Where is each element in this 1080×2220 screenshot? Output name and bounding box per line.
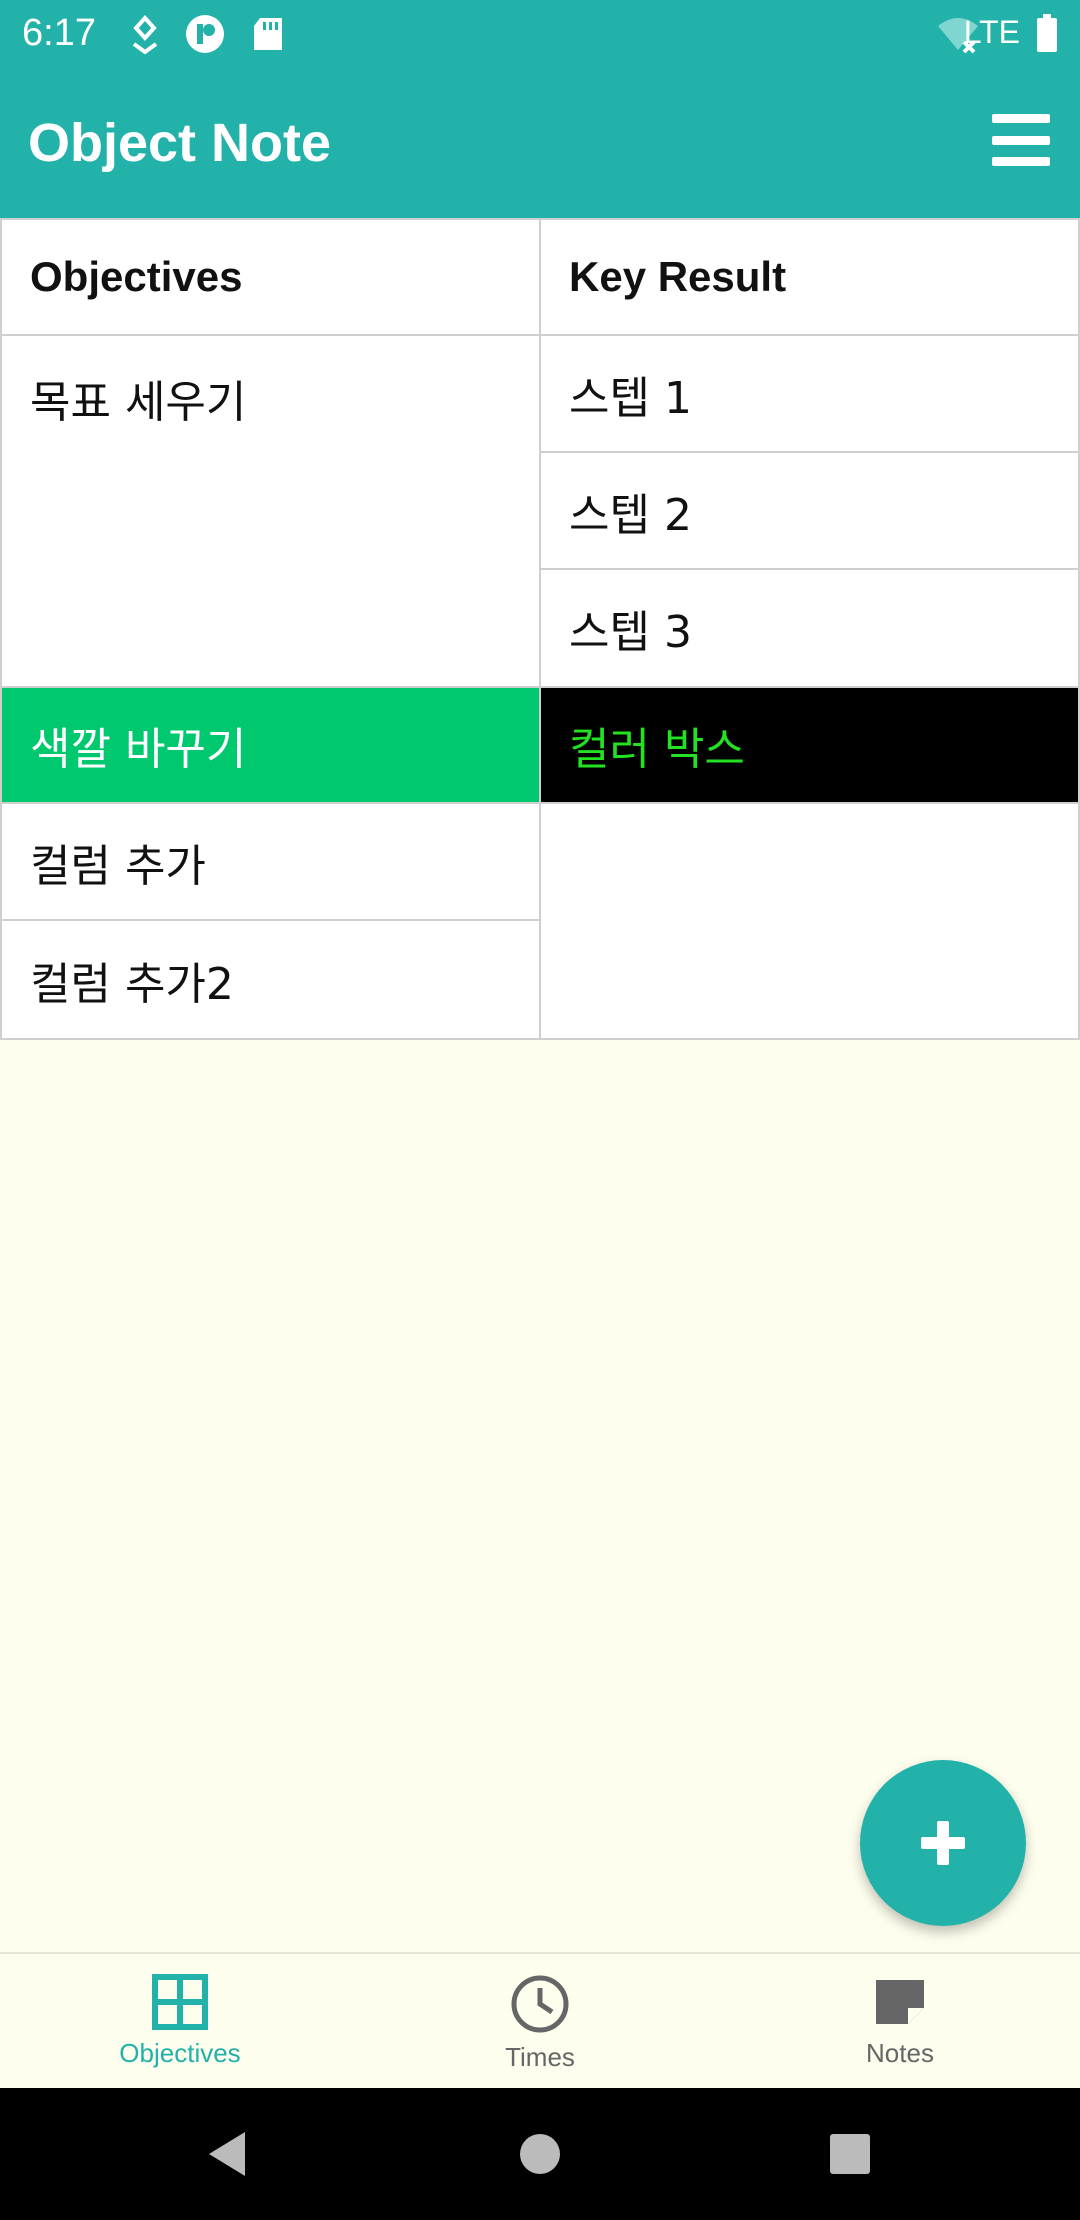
status-time: 6:17: [22, 12, 96, 54]
nav-notes[interactable]: Notes: [720, 1954, 1080, 2088]
hamburger-menu-icon[interactable]: [988, 110, 1054, 170]
key-result-cell-colored[interactable]: 컬러 박스: [539, 686, 1080, 804]
nav-objectives[interactable]: Objectives: [0, 1954, 360, 2088]
add-button[interactable]: [860, 1760, 1026, 1926]
key-result-cell[interactable]: 스텝 3: [539, 568, 1080, 688]
objective-cell[interactable]: 컬럼 추가2: [0, 919, 541, 1040]
sd-card-icon: [252, 14, 284, 54]
grid-icon: [152, 1974, 208, 2030]
status-bar: 6:17 LTE: [0, 0, 1080, 70]
note-icon: [876, 1980, 924, 2024]
app-icon: [185, 14, 225, 54]
nav-times-label: Times: [505, 2042, 575, 2072]
bottom-navigation: Objectives Times Notes: [0, 1952, 1080, 2088]
nav-times[interactable]: Times: [360, 1954, 720, 2088]
plus-icon: [921, 1821, 965, 1865]
clock-icon: [511, 1975, 569, 2033]
battery-icon: [1036, 14, 1058, 54]
nav-notes-label: Notes: [866, 2038, 934, 2068]
system-navigation-bar: [0, 2088, 1080, 2220]
key-result-header: Key Result: [539, 218, 1080, 336]
key-result-cell[interactable]: 스텝 2: [539, 451, 1080, 570]
objective-cell[interactable]: 목표 세우기: [0, 334, 541, 688]
objective-cell-colored[interactable]: 색깔 바꾸기: [0, 686, 541, 804]
key-result-cell-empty[interactable]: [539, 802, 1080, 1040]
key-result-cell[interactable]: 스텝 1: [539, 334, 1080, 453]
objectives-header: Objectives: [0, 218, 541, 336]
nav-objectives-label: Objectives: [119, 2038, 241, 2068]
location-icon: [128, 14, 162, 54]
app-bar: Object Note: [0, 70, 1080, 218]
network-type: LTE: [963, 14, 1020, 50]
back-icon[interactable]: [205, 2130, 249, 2178]
objective-cell[interactable]: 컬럼 추가: [0, 802, 541, 921]
home-icon[interactable]: [519, 2133, 561, 2175]
okr-table: Objectives Key Result 목표 세우기 스텝 1 스텝 2 스…: [0, 218, 1080, 1040]
app-title: Object Note: [28, 113, 332, 173]
recents-icon[interactable]: [829, 2133, 871, 2175]
